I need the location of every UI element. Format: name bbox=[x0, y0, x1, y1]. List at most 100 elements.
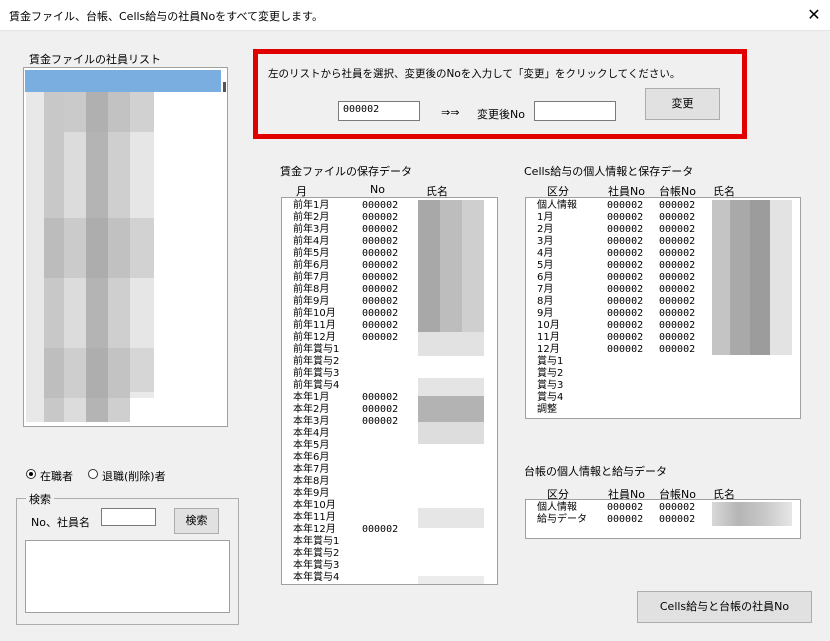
cells-data-label: Cells給与の個人情報と保存データ bbox=[524, 165, 694, 178]
wage-row-month: 本年12月 bbox=[293, 524, 336, 535]
ledger-data-list[interactable]: 個人情報 000002 000002 給与データ 000002 000002 bbox=[525, 499, 801, 539]
wage-row-no: 000002 bbox=[362, 392, 399, 403]
wage-row-month: 本年10月 bbox=[293, 500, 336, 511]
cells-row-kubun: 12月 bbox=[537, 344, 560, 355]
wage-row-no: 000002 bbox=[362, 320, 399, 331]
cells-row-emp: 000002 bbox=[607, 308, 644, 319]
search-input[interactable] bbox=[101, 508, 156, 526]
cells-row-kubun: 賞与4 bbox=[537, 392, 564, 403]
ledger-row-emp: 000002 bbox=[607, 514, 644, 525]
wage-row-month: 本年3月 bbox=[293, 416, 330, 427]
close-icon[interactable]: ✕ bbox=[803, 4, 825, 26]
wage-row-month: 前年賞与2 bbox=[293, 356, 340, 367]
cells-row-kubun: 1月 bbox=[537, 212, 554, 223]
wage-row-month: 本年2月 bbox=[293, 404, 330, 415]
cells-row-kubun: 7月 bbox=[537, 284, 554, 295]
cells-row-emp: 000002 bbox=[607, 344, 644, 355]
instruction-text: 左のリストから社員を選択、変更後のNoを入力して「変更」をクリックしてください。 bbox=[268, 68, 681, 80]
employee-list-selected-row[interactable] bbox=[25, 70, 221, 92]
cells-row-emp: 000002 bbox=[607, 260, 644, 271]
cells-row-ledger: 000002 bbox=[659, 308, 696, 319]
wage-row-no: 000002 bbox=[362, 212, 399, 223]
cells-name-blur bbox=[770, 200, 792, 355]
wage-row-month: 前年8月 bbox=[293, 284, 330, 295]
employee-list-label: 賃金ファイルの社員リスト bbox=[29, 53, 161, 66]
employee-list-blurred-col bbox=[64, 92, 154, 132]
wage-row-month: 前年6月 bbox=[293, 260, 330, 271]
wage-row-month: 前年7月 bbox=[293, 272, 330, 283]
employee-list-blurred-col bbox=[44, 218, 154, 278]
cells-row-ledger: 000002 bbox=[659, 200, 696, 211]
new-no-input[interactable] bbox=[534, 101, 616, 121]
new-no-label: 変更後No bbox=[477, 108, 525, 121]
wage-row-month: 本年賞与1 bbox=[293, 536, 340, 547]
cells-row-emp: 000002 bbox=[607, 296, 644, 307]
wage-row-month: 前年10月 bbox=[293, 308, 336, 319]
wage-row-no: 000002 bbox=[362, 248, 399, 259]
wage-name-blur bbox=[418, 422, 484, 444]
wage-row-month: 前年9月 bbox=[293, 296, 330, 307]
search-group-label: 検索 bbox=[26, 491, 54, 507]
wage-row-month: 前年2月 bbox=[293, 212, 330, 223]
wage-row-no: 000002 bbox=[362, 224, 399, 235]
cells-row-kubun: 3月 bbox=[537, 236, 554, 247]
search-button[interactable]: 検索 bbox=[174, 508, 219, 534]
search-result-list[interactable] bbox=[25, 540, 230, 613]
ledger-row-kubun: 個人情報 bbox=[537, 502, 577, 513]
wage-name-blur bbox=[440, 200, 462, 336]
cells-row-kubun: 4月 bbox=[537, 248, 554, 259]
ledger-row-emp: 000002 bbox=[607, 502, 644, 513]
cells-row-kubun: 賞与3 bbox=[537, 380, 564, 391]
wage-row-month: 前年11月 bbox=[293, 320, 336, 331]
cells-ledger-no-button[interactable]: Cells給与と台帳の社員No bbox=[637, 591, 812, 623]
search-field-label: No、社員名 bbox=[31, 516, 90, 529]
cells-row-emp: 000002 bbox=[607, 284, 644, 295]
cells-row-ledger: 000002 bbox=[659, 284, 696, 295]
cells-name-blur bbox=[730, 200, 750, 355]
cells-row-kubun: 9月 bbox=[537, 308, 554, 319]
wage-row-no: 000002 bbox=[362, 296, 399, 307]
cells-row-kubun: 賞与1 bbox=[537, 356, 564, 367]
wage-row-month: 本年8月 bbox=[293, 476, 330, 487]
active-employee-radio[interactable] bbox=[26, 469, 36, 479]
cells-row-emp: 000002 bbox=[607, 332, 644, 343]
retired-employee-label: 退職(削除)者 bbox=[102, 470, 166, 483]
scrollbar-thumb[interactable] bbox=[223, 82, 226, 92]
title-bar: 賃金ファイル、台帳、Cells給与の社員Noをすべて変更します。 ✕ bbox=[0, 0, 830, 31]
current-no-field[interactable]: 000002 bbox=[338, 101, 420, 121]
window-title: 賃金ファイル、台帳、Cells給与の社員Noをすべて変更します。 bbox=[9, 10, 323, 23]
wage-row-month: 本年6月 bbox=[293, 452, 330, 463]
wage-row-month: 前年賞与1 bbox=[293, 344, 340, 355]
wage-row-month: 本年9月 bbox=[293, 488, 330, 499]
wage-row-month: 本年賞与3 bbox=[293, 560, 340, 571]
cells-data-list[interactable]: 個人情報 000002 000002 1月 000002 000002 2月 000002 00… bbox=[525, 197, 801, 419]
cells-row-kubun: 5月 bbox=[537, 260, 554, 271]
wage-data-list[interactable]: 前年1月 000002 前年2月 000002 前年3月 000002 前年4月 000002… bbox=[281, 197, 498, 585]
ledger-row-ledger: 000002 bbox=[659, 502, 696, 513]
ledger-row-kubun: 給与データ bbox=[537, 514, 587, 525]
wage-row-no: 000002 bbox=[362, 272, 399, 283]
wage-row-month: 本年7月 bbox=[293, 464, 330, 475]
cells-row-kubun: 調整 bbox=[537, 404, 557, 415]
employee-list[interactable] bbox=[23, 67, 228, 427]
wage-row-month: 本年5月 bbox=[293, 440, 330, 451]
wage-name-blur bbox=[418, 508, 484, 528]
cells-row-emp: 000002 bbox=[607, 212, 644, 223]
wage-row-no: 000002 bbox=[362, 236, 399, 247]
wage-row-no: 000002 bbox=[362, 260, 399, 271]
wage-row-month: 前年5月 bbox=[293, 248, 330, 259]
wage-row-month: 前年賞与3 bbox=[293, 368, 340, 379]
cells-row-emp: 000002 bbox=[607, 248, 644, 259]
wage-name-blur bbox=[418, 200, 440, 336]
cells-row-emp: 000002 bbox=[607, 236, 644, 247]
cells-row-ledger: 000002 bbox=[659, 236, 696, 247]
cells-row-ledger: 000002 bbox=[659, 248, 696, 259]
employee-list-blurred-col bbox=[44, 348, 154, 398]
wage-row-month: 前年3月 bbox=[293, 224, 330, 235]
retired-employee-radio[interactable] bbox=[88, 469, 98, 479]
cells-row-emp: 000002 bbox=[607, 200, 644, 211]
change-button[interactable]: 変更 bbox=[645, 88, 720, 120]
cells-row-ledger: 000002 bbox=[659, 296, 696, 307]
cells-row-ledger: 000002 bbox=[659, 320, 696, 331]
wage-row-month: 前年賞与4 bbox=[293, 380, 340, 391]
